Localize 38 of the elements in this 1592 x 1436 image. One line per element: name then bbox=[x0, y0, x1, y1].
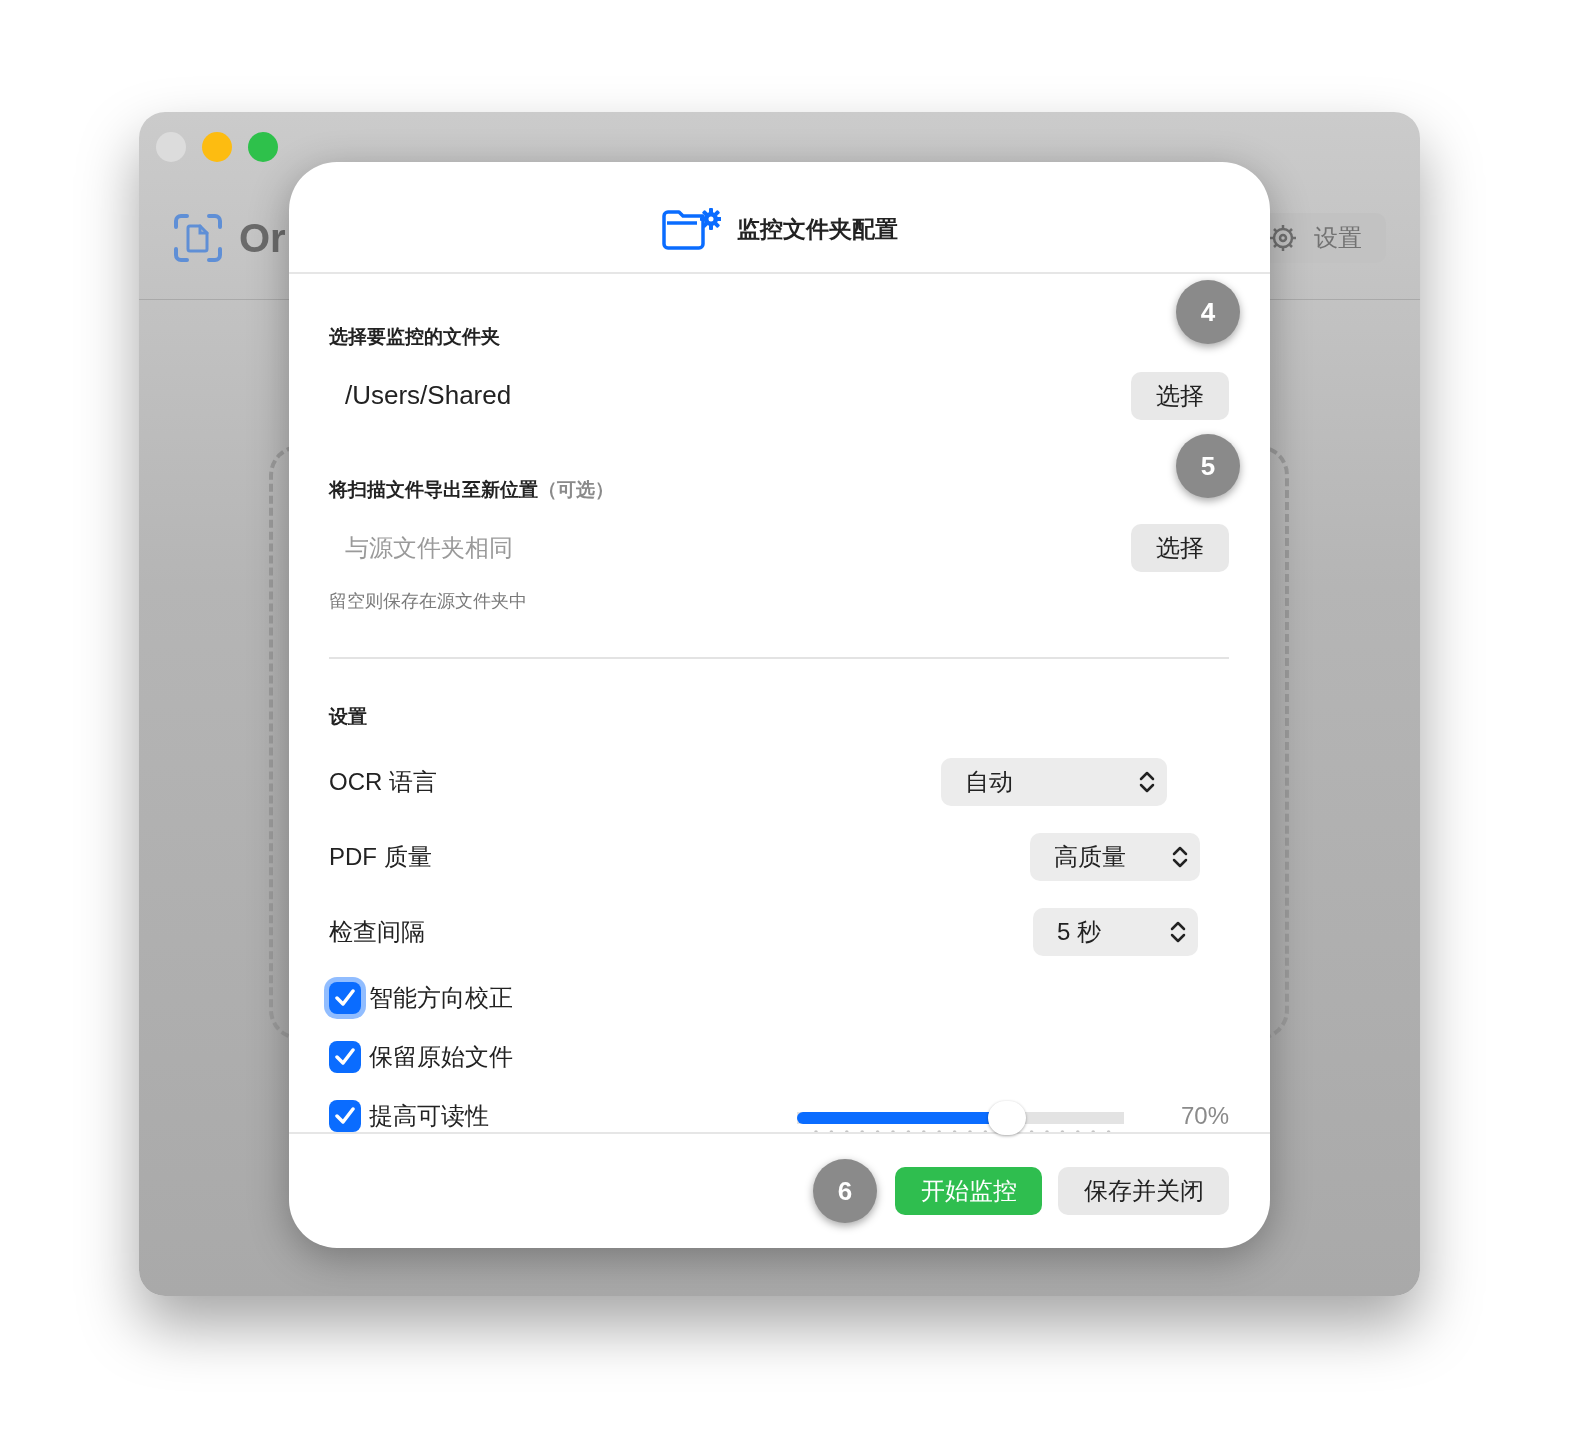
settings-label: 设置 bbox=[1314, 222, 1362, 253]
dropdown[interactable]: 高质量 bbox=[1030, 832, 1200, 881]
chevron-updown-icon bbox=[1172, 844, 1188, 869]
option-label: 智能方向校正 bbox=[369, 982, 513, 1013]
setting-label: OCR 语言 bbox=[329, 766, 437, 797]
document-scan-icon bbox=[173, 212, 223, 263]
hint-text: 留空则保存在源文件夹中 bbox=[329, 590, 528, 613]
checkbox[interactable] bbox=[329, 1040, 361, 1073]
slider-value: 70% bbox=[1180, 1100, 1229, 1131]
export-path-field[interactable]: 与源文件夹相同 bbox=[329, 529, 929, 567]
checkmark-icon bbox=[335, 988, 355, 1007]
checkmark-icon bbox=[335, 1106, 355, 1125]
folder-path: /Users/Shared bbox=[344, 379, 512, 412]
step-number-badge: 6 bbox=[813, 1159, 877, 1223]
chevron-updown-icon bbox=[1139, 769, 1155, 794]
app-title: Or bbox=[239, 214, 286, 262]
choose-button[interactable]: 选择 bbox=[1131, 524, 1229, 572]
save-close-button[interactable]: 保存并关闭 bbox=[1058, 1167, 1229, 1215]
chevron-updown-icon bbox=[1170, 919, 1186, 944]
section-label: 将扫描文件导出至新位置（可选） bbox=[329, 477, 614, 502]
option-label: 保留原始文件 bbox=[369, 1041, 513, 1072]
section-label: 选择要监控的文件夹 bbox=[329, 325, 500, 349]
section-label: 设置 bbox=[329, 705, 367, 729]
slider-thumb[interactable] bbox=[987, 1100, 1026, 1135]
folder-gear-icon bbox=[661, 208, 721, 250]
dialog-title: 监控文件夹配置 bbox=[737, 214, 898, 244]
dropdown[interactable]: 自动 bbox=[941, 757, 1167, 806]
gear-icon bbox=[1268, 222, 1298, 253]
checkbox[interactable] bbox=[329, 1099, 361, 1132]
choose-button[interactable]: 选择 bbox=[1131, 371, 1229, 420]
setting-label: PDF 质量 bbox=[329, 841, 432, 872]
dropdown[interactable]: 5 秒 bbox=[1033, 907, 1198, 956]
setting-label: 检查间隔 bbox=[329, 916, 425, 947]
step-number-badge: 5 bbox=[1176, 434, 1240, 498]
step-number-badge: 4 bbox=[1176, 280, 1240, 344]
checkmark-icon bbox=[335, 1047, 355, 1066]
checkbox[interactable] bbox=[329, 981, 361, 1014]
option-label: 提高可读性 bbox=[369, 1100, 489, 1131]
